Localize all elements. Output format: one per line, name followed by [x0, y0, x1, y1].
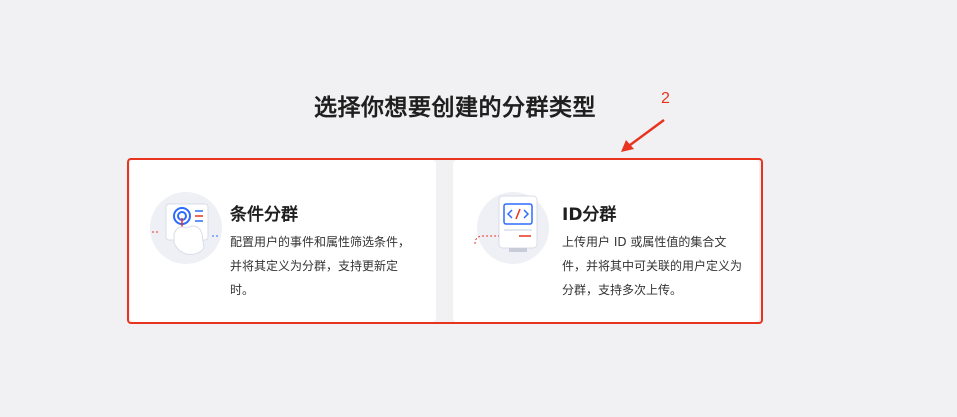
annotation-arrow-icon: [621, 118, 665, 152]
page-title: 选择你想要创建的分群类型: [314, 95, 596, 121]
annotation-highlight-box: [127, 158, 763, 324]
annotation-number: 2: [661, 90, 670, 107]
